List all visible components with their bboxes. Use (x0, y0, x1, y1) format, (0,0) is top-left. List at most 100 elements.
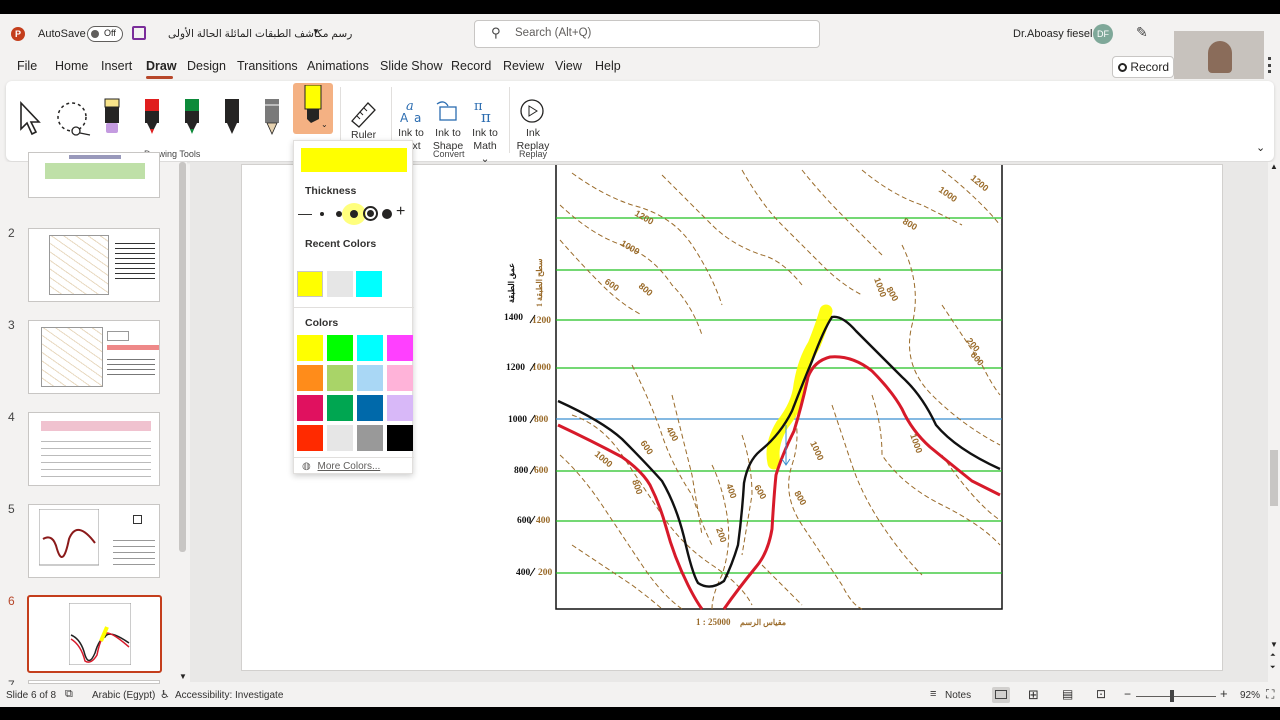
tab-transitions[interactable]: Transitions (237, 59, 298, 73)
zoom-level[interactable]: 92% (1240, 690, 1260, 701)
editor-scrollbar[interactable]: ▲ ▼ ⏶ ⏷ (1268, 162, 1280, 685)
prev-slide-icon[interactable]: ⏶ (1270, 652, 1276, 660)
tab-design[interactable]: Design (187, 59, 226, 73)
color-swatch[interactable] (387, 365, 413, 391)
thickness-option-5[interactable] (382, 209, 392, 219)
tab-draw[interactable]: Draw (146, 59, 177, 73)
tab-view[interactable]: View (555, 59, 582, 73)
thumbnail-scrollbar[interactable]: ▼ (178, 162, 187, 692)
color-swatch[interactable] (327, 425, 353, 451)
color-swatch[interactable] (387, 395, 413, 421)
color-swatch[interactable] (327, 395, 353, 421)
autosave-toggle[interactable]: Off (87, 26, 123, 45)
thickness-increase-icon[interactable]: + (396, 203, 405, 221)
color-swatch[interactable] (357, 365, 383, 391)
scrollbar-thumb[interactable] (1270, 450, 1278, 506)
more-colors-button[interactable]: ◍ More Colors... (302, 461, 380, 472)
pen-red-icon[interactable] (144, 97, 160, 137)
slide-thumbnail-2[interactable] (28, 228, 160, 302)
pen-black-icon[interactable] (224, 97, 240, 137)
tab-slide-show[interactable]: Slide Show (380, 59, 443, 73)
slide-thumbnail-1[interactable] (28, 152, 160, 198)
tab-help[interactable]: Help (595, 59, 621, 73)
zoom-in-icon[interactable]: + (1220, 686, 1228, 701)
ink-to-shape-icon[interactable] (434, 98, 462, 124)
search-box[interactable]: ⚲ Search (Alt+Q) (474, 20, 820, 48)
zoom-slider-thumb[interactable] (1170, 690, 1174, 702)
notes-button[interactable]: Notes (945, 690, 971, 701)
ribbon-separator (509, 87, 510, 153)
accessibility-icon[interactable]: ♿ (160, 688, 170, 701)
scale-label: مقياس الرسم (740, 618, 786, 628)
scroll-down-icon[interactable]: ▼ (1270, 640, 1278, 649)
recent-color-swatch[interactable] (327, 271, 353, 297)
color-swatch[interactable] (387, 425, 413, 451)
accessibility-status[interactable]: Accessibility: Investigate (175, 690, 283, 701)
thickness-decrease-icon[interactable]: — (298, 205, 312, 221)
color-swatch[interactable] (357, 335, 383, 361)
notes-icon[interactable]: ≡ (930, 688, 936, 700)
scale-value: 1 : 25000 (696, 617, 731, 627)
slide-thumbnail-4[interactable] (28, 412, 160, 486)
next-slide-icon[interactable]: ⏷ (1270, 664, 1276, 672)
color-swatch[interactable] (357, 395, 383, 421)
slide-thumbnail-6-active[interactable] (27, 595, 162, 673)
pen-green-icon[interactable] (184, 97, 200, 137)
normal-view-icon[interactable] (992, 687, 1010, 703)
tab-review[interactable]: Review (503, 59, 544, 73)
recent-color-swatch[interactable] (297, 271, 323, 297)
highlighter-selected-bg[interactable]: ⌄ (293, 83, 333, 134)
scroll-down-icon[interactable]: ▼ (179, 672, 187, 681)
spellcheck-icon[interactable]: ⧉ (65, 688, 73, 701)
slide-thumbnail-5[interactable] (28, 504, 160, 578)
zoom-out-icon[interactable]: − (1124, 687, 1131, 701)
color-swatch[interactable] (327, 365, 353, 391)
tab-animations[interactable]: Animations (307, 59, 369, 73)
thickness-option-3[interactable] (350, 210, 358, 218)
color-swatch[interactable] (327, 335, 353, 361)
color-swatch[interactable] (297, 425, 323, 451)
recent-color-swatch[interactable] (356, 271, 382, 297)
tab-file[interactable]: File (17, 59, 37, 73)
ink-replay-icon[interactable] (519, 98, 545, 124)
tab-record[interactable]: Record (451, 59, 491, 73)
zoom-slider-track[interactable] (1136, 696, 1216, 697)
tab-home[interactable]: Home (55, 59, 88, 73)
color-swatch[interactable] (387, 335, 413, 361)
lasso-select-icon[interactable] (54, 101, 94, 139)
user-name[interactable]: Dr.Aboasy fiesel (1013, 28, 1092, 40)
ink-to-math-button[interactable]: Ink to Math ⌄ (468, 127, 502, 166)
avatar[interactable]: DF (1093, 24, 1113, 44)
select-arrow-icon[interactable] (18, 101, 44, 137)
slide-thumbnail-3[interactable] (28, 320, 160, 394)
thickness-option-4-selected[interactable] (363, 206, 378, 221)
slide-sorter-icon[interactable]: ⊞ (1028, 687, 1039, 703)
ink-to-math-icon[interactable]: ππ (470, 98, 498, 124)
tab-insert[interactable]: Insert (101, 59, 132, 73)
scrollbar-thumb[interactable] (179, 162, 186, 552)
ruler-icon[interactable] (348, 99, 378, 129)
ribbon-collapse-chevron-icon[interactable]: ⌄ (1256, 141, 1265, 154)
save-icon[interactable] (132, 26, 146, 40)
window-more-icon[interactable] (1268, 57, 1272, 73)
pen-designer-icon[interactable]: ✎ (1136, 24, 1148, 41)
document-title[interactable]: رسم مكاشف الطبقات المائلة الحالة الأولى (168, 28, 352, 40)
color-swatch[interactable] (297, 365, 323, 391)
fit-slide-icon[interactable]: ⛶ (1266, 687, 1274, 702)
color-swatch[interactable] (297, 335, 323, 361)
language-indicator[interactable]: Arabic (Egypt) (92, 690, 155, 701)
slideshow-icon[interactable]: ⊡ (1096, 687, 1106, 701)
reading-view-icon[interactable]: ▤ (1062, 687, 1073, 701)
depth-label: 1200 (506, 363, 525, 373)
color-swatch[interactable] (297, 395, 323, 421)
color-swatch[interactable] (357, 425, 383, 451)
thickness-option-1[interactable] (320, 212, 324, 216)
surface-label: 200 (538, 568, 553, 578)
title-dropdown-icon[interactable]: ▼ (312, 27, 320, 36)
pen-purple-icon[interactable] (104, 97, 120, 137)
ink-to-text-icon[interactable]: aA a (398, 98, 426, 124)
record-button[interactable]: Record (1112, 56, 1174, 78)
thumb-text (113, 535, 155, 569)
pencil-icon[interactable] (264, 97, 280, 137)
scroll-up-icon[interactable]: ▲ (1270, 162, 1278, 171)
